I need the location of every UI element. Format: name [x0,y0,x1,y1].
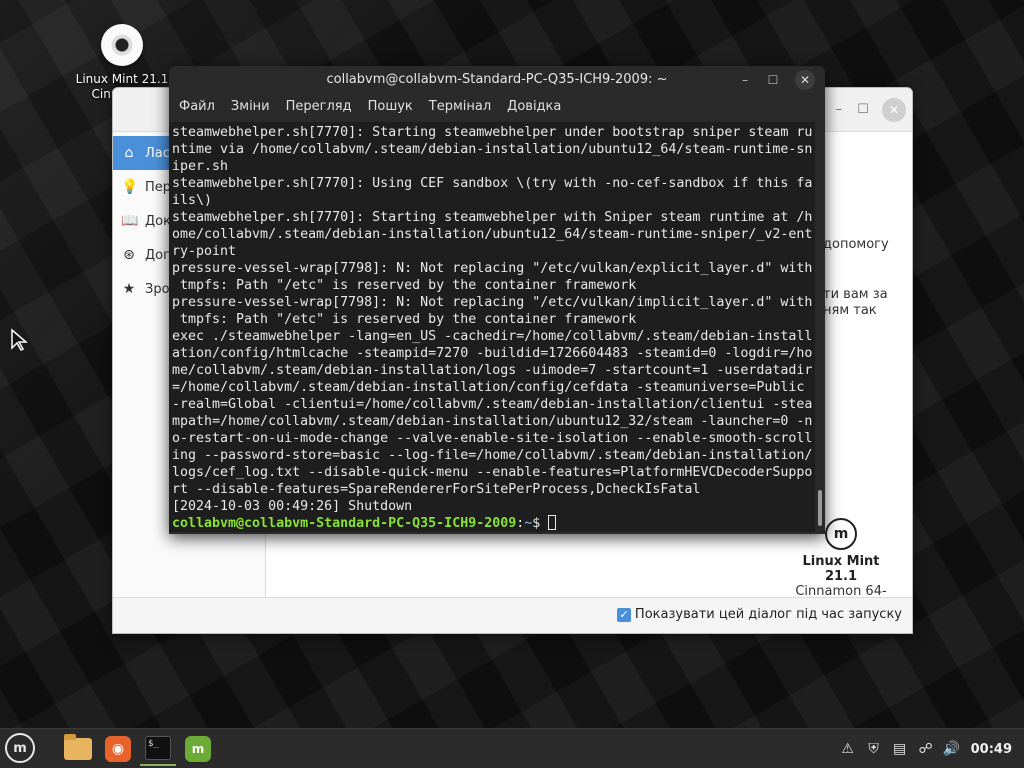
show-on-startup-label: Показувати цей діалог під час запуску [634,607,902,622]
update-manager-icon[interactable]: ⚠ [835,741,861,757]
star-icon: ★ [122,281,136,297]
menu-file[interactable]: Файл [171,94,223,120]
terminal-line: =/home/collabvm/.steam/debian-installati… [172,380,805,395]
terminal-line: -realm=Global -clientui=/home/collabvm/.… [172,397,813,412]
home-icon: ⌂ [124,145,134,161]
maximize-icon[interactable]: ☐ [763,70,783,90]
close-icon[interactable]: ✕ [882,98,906,122]
terminal-line: ation/config/htmlcache -steampid=7270 -b… [172,346,813,361]
checkmark-icon[interactable]: ✓ [616,607,631,622]
terminal-line: mpath=/home/collabvm/.steam/debian-insta… [172,414,813,429]
terminal-line: me/collabvm/.steam/debian-installation/l… [172,363,813,378]
lifebuoy-icon: ⊛ [123,247,135,263]
taskbar-firefox-button[interactable]: ◉ [100,732,136,766]
terminal-line: steamwebhelper.sh[7770]: Starting steamw… [172,210,813,225]
menu-help[interactable]: Довідка [499,94,569,120]
menu-terminal[interactable]: Термінал [421,94,499,120]
firefox-icon: ◉ [105,736,131,762]
system-tray: ⚠ ⛨ ▤ ☍ 🔊 00:49 [835,729,1024,768]
sidebar-item-label: Пер [145,179,172,195]
welcome-bottom-bar: ✓ Показувати цей діалог під час запуску [113,597,912,633]
minimize-icon[interactable]: – [830,101,848,119]
lightbulb-icon: 💡 [121,179,139,195]
terminal-line: ntime via /home/collabvm/.steam/debian-i… [172,142,813,157]
text-cursor [548,515,557,530]
badge-name: Linux Mint 21.1 [802,554,880,584]
desktop-icon-label-line1: Linux Mint 21.1 [75,72,169,86]
terminal-line: tmpfs: Path "/etc" is reserved by the co… [172,312,637,327]
maximize-icon[interactable]: ☐ [854,101,872,119]
terminal-line: [2024-10-03 00:49:26] Shutdown [172,499,413,514]
show-on-startup-checkbox[interactable]: ✓ Показувати цей діалог під час запуску [616,607,902,622]
sidebar-item-label: Зро [145,281,170,297]
prompt-segment: $ [532,516,549,531]
book-icon: 📖 [121,213,139,229]
terminal-line: ry-point [172,244,237,259]
terminal-titlebar[interactable]: collabvm@collabvm-Standard-PC-Q35-ICH9-2… [169,66,825,94]
minimize-icon[interactable]: – [735,70,755,90]
menu-search[interactable]: Пошук [360,94,421,120]
terminal-line: o-restart-on-ui-mode-change --valve-enab… [172,431,813,446]
mint-app-icon: m [185,736,211,762]
terminal-title: collabvm@collabvm-Standard-PC-Q35-ICH9-2… [326,72,668,87]
taskbar-terminal-button[interactable]: $_ [140,732,176,766]
clipboard-icon[interactable]: ▤ [887,741,913,757]
shield-icon[interactable]: ⛨ [861,741,887,757]
terminal-icon: $_ [145,736,171,760]
taskbar-mintinstall-button[interactable]: m [180,732,216,766]
terminal-output[interactable]: steamwebhelper.sh[7770]: Starting steamw… [169,122,815,532]
welcome-text-fragment: ти вам за [823,287,888,302]
terminal-line: exec ./steamwebhelper -lang=en_US -cache… [172,329,813,344]
sidebar-item-label: Док [145,213,171,229]
mouse-pointer-icon [11,328,28,351]
terminal-menubar: Файл Зміни Перегляд Пошук Термінал Довід… [169,94,825,120]
prompt-segment: collabvm@collabvm-Standard-PC-Q35-ICH9-2… [172,516,517,531]
terminal-line: tmpfs: Path "/etc" is reserved by the co… [172,278,637,293]
terminal-line: steamwebhelper.sh[7770]: Using CEF sandb… [172,176,813,191]
terminal-line: logs/cef_log.txt --disable-quick-menu --… [172,465,813,480]
close-icon[interactable]: ✕ [795,70,815,90]
menu-view[interactable]: Перегляд [278,94,360,120]
folder-icon [64,734,92,760]
terminal-scrollbar[interactable] [815,122,825,532]
linux-mint-logo-icon: m [825,518,857,550]
taskbar-files-button[interactable] [60,732,96,766]
clock[interactable]: 00:49 [965,742,1024,757]
sidebar-item-label: Доп [145,247,172,263]
menu-edit[interactable]: Зміни [223,94,278,120]
volume-icon[interactable]: 🔊 [939,741,965,757]
terminal-window: collabvm@collabvm-Standard-PC-Q35-ICH9-2… [169,66,825,534]
disc-icon [101,24,143,66]
terminal-line: pressure-vessel-wrap[7798]: N: Not repla… [172,261,813,276]
terminal-prompt[interactable]: collabvm@collabvm-Standard-PC-Q35-ICH9-2… [172,515,813,532]
start-menu-button[interactable]: m [5,733,37,765]
network-icon[interactable]: ☍ [913,741,939,757]
terminal-line: ing --password-store=basic --log-file=/h… [172,448,813,463]
terminal-line: ome/collabvm/.steam/debian-installation/… [172,227,813,242]
terminal-line: pressure-vessel-wrap[7798]: N: Not repla… [172,295,813,310]
linux-mint-menu-icon: m [5,733,35,763]
welcome-text-fragment: ням так [823,303,877,318]
taskbar: m ◉ $_ m ⚠ ⛨ ▤ ☍ 🔊 00:49 [0,728,1024,768]
welcome-text-fragment: допомогу [823,237,889,252]
scrollbar-thumb[interactable] [818,490,822,526]
terminal-line: iper.sh [172,159,229,174]
terminal-line: steamwebhelper.sh[7770]: Starting steamw… [172,125,813,140]
terminal-line: ils\) [172,193,213,208]
terminal-line: rt --disable-features=SpareRendererForSi… [172,482,701,497]
